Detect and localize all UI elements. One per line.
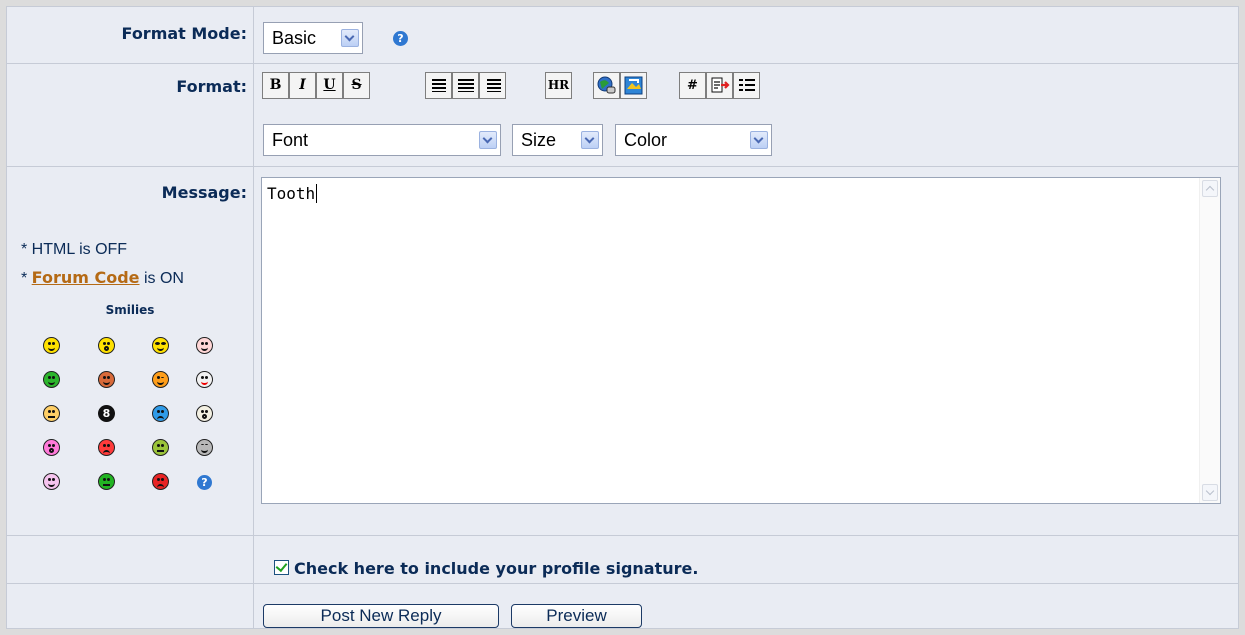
color-select[interactable]: Color [615,124,772,156]
clown-icon[interactable] [196,371,213,388]
scroll-down-icon[interactable] [1202,484,1218,501]
wink-icon[interactable] [152,371,169,388]
horizontal-rule-button[interactable]: HR [545,72,572,99]
color-select-value: Color [624,130,668,150]
big-grin-icon[interactable] [98,337,115,354]
shocked-icon[interactable] [196,405,213,422]
insert-quote-button[interactable] [706,72,733,99]
forum-code-note: * Forum Code is ON [21,268,184,288]
row-divider [7,166,1238,167]
insert-code-button[interactable]: # [679,72,706,99]
message-label: Message: [161,183,247,202]
font-select[interactable]: Font [263,124,501,156]
signature-checkbox[interactable] [274,560,289,575]
kiss-icon[interactable] [43,473,60,490]
row-divider [7,535,1238,536]
sick-icon[interactable] [152,439,169,456]
size-select[interactable]: Size [512,124,603,156]
preview-button[interactable]: Preview [511,604,642,628]
message-text: Tooth [267,184,316,203]
row-divider [7,63,1238,64]
post-new-reply-button[interactable]: Post New Reply [263,604,499,628]
align-center-button[interactable] [452,72,479,99]
cool-sunglasses-icon[interactable] [152,337,169,354]
insert-link-button[interactable] [593,72,620,99]
chevron-down-icon [581,131,599,149]
surprised-icon[interactable] [43,439,60,456]
message-textarea[interactable]: Tooth [261,177,1221,504]
tongue-icon[interactable] [43,371,60,388]
underline-button[interactable]: U [316,72,343,99]
smilies-help-icon[interactable]: ? [197,475,212,490]
angry-icon[interactable] [98,439,115,456]
disapprove-icon[interactable] [152,473,169,490]
smile-icon[interactable] [43,337,60,354]
blush-icon[interactable] [196,337,213,354]
skeptical-icon[interactable] [43,405,60,422]
bold-button[interactable]: B [262,72,289,99]
list-button[interactable] [733,72,760,99]
devil-icon[interactable] [98,371,115,388]
smilies-title: Smilies [105,303,155,317]
signature-label: Check here to include your profile signa… [294,559,699,578]
format-mode-select[interactable]: Basic [263,22,363,54]
chevron-down-icon [750,131,768,149]
note-suffix: is ON [139,270,184,287]
align-left-button[interactable] [425,72,452,99]
format-mode-label: Format Mode: [121,24,247,43]
globe-link-icon [597,76,616,94]
format-label: Format: [176,77,247,96]
insert-image-button[interactable] [620,72,647,99]
size-select-value: Size [521,130,557,150]
italic-button[interactable]: I [289,72,316,99]
quote-icon [711,77,730,93]
html-status-note: * HTML is OFF [21,241,128,258]
chevron-down-icon [479,131,497,149]
eight-ball-icon[interactable]: 8 [98,405,115,422]
format-mode-value: Basic [272,28,317,48]
align-right-button[interactable] [479,72,506,99]
font-select-value: Font [272,130,309,150]
help-icon[interactable]: ? [393,31,408,46]
sad-icon[interactable] [152,405,169,422]
scroll-up-icon[interactable] [1202,180,1218,197]
image-icon [624,76,643,95]
reply-form: Format Mode: Basic ? Format: B I U S HR … [6,6,1239,629]
message-scrollbar[interactable] [1199,178,1220,503]
text-caret [316,184,318,203]
neutral-icon[interactable] [98,473,115,490]
sleepy-icon[interactable] [196,439,213,456]
forum-code-link[interactable]: Forum Code [32,268,140,287]
chevron-down-icon [341,29,359,47]
row-divider [7,583,1238,584]
note-prefix: * [21,270,32,287]
strikethrough-button[interactable]: S [343,72,370,99]
